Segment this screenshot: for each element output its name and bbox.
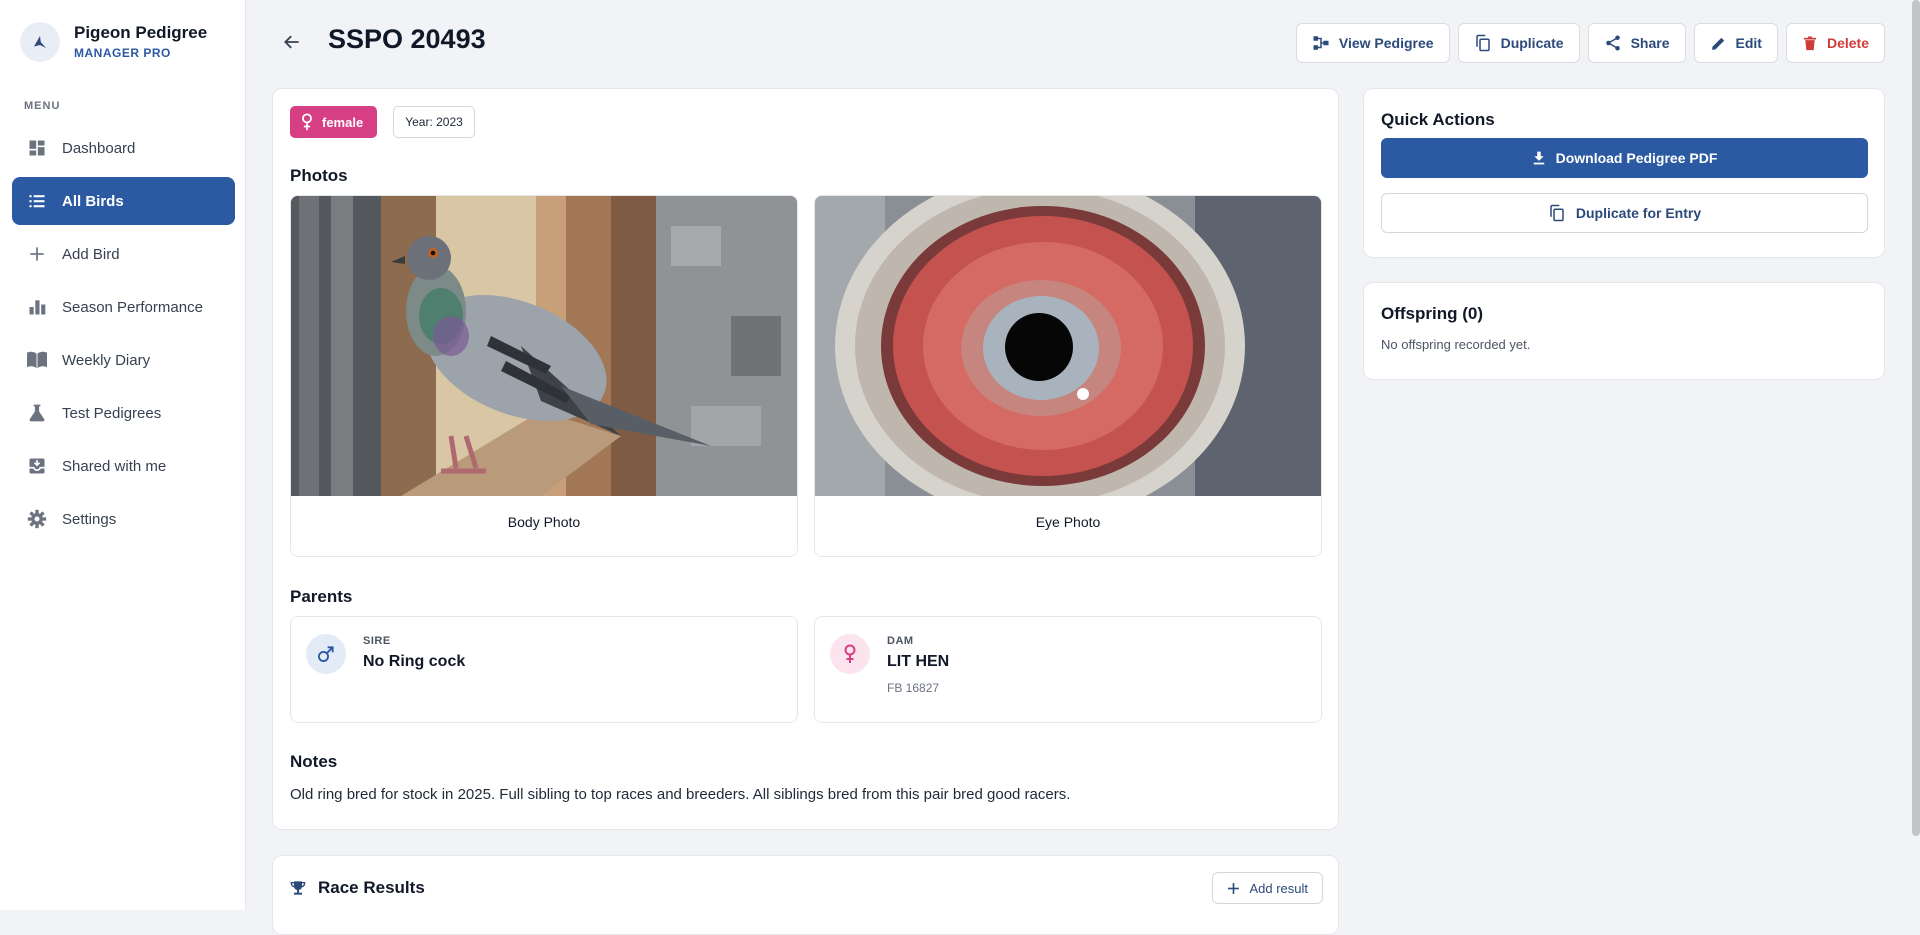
add-result-button[interactable]: Add result <box>1212 872 1323 904</box>
tree-icon <box>1313 36 1329 50</box>
header-actions: View Pedigree Duplicate Share Edit Delet… <box>1295 23 1885 63</box>
download-icon <box>1533 151 1544 165</box>
plus-icon <box>1228 882 1240 894</box>
share-icon <box>1605 35 1620 51</box>
sex-label: female <box>322 114 364 130</box>
parents-title: Parents <box>290 587 353 606</box>
bird-badges: female Year: 2023 <box>290 106 475 138</box>
download-pdf-label: Download Pedigree PDF <box>1555 150 1718 166</box>
scrollbar-thumb[interactable] <box>1912 0 1920 836</box>
sire-card[interactable]: SIRE No Ring cock <box>290 616 798 723</box>
body-photo-caption: Body Photo <box>507 514 581 530</box>
sidebar-item-dashboard[interactable]: Dashboard <box>12 124 235 172</box>
sidebar-item-label: Test Pedigrees <box>62 404 162 422</box>
back-button[interactable] <box>278 28 306 56</box>
quick-actions-title: Quick Actions <box>1381 110 1495 129</box>
male-icon <box>306 634 346 674</box>
menu-label: MENU <box>24 100 61 112</box>
sidebar-item-label: Season Performance <box>62 298 203 316</box>
flask-icon <box>26 402 48 424</box>
photos-title: Photos <box>290 166 348 185</box>
offspring-title: Offspring (0) <box>1381 304 1483 323</box>
share-label: Share <box>1630 35 1670 51</box>
bird-icon <box>20 22 60 62</box>
sidebar-item-season-performance[interactable]: Season Performance <box>12 283 235 331</box>
body-photo <box>291 196 797 496</box>
add-result-label: Add result <box>1249 880 1308 896</box>
duplicate-label: Duplicate <box>1500 35 1564 51</box>
race-results-card: Race Results Add result <box>272 855 1339 935</box>
race-results-title: Race Results <box>318 878 425 897</box>
inbox-icon <box>26 455 48 477</box>
sidebar-item-settings[interactable]: Settings <box>12 495 235 543</box>
bird-detail-card: female Year: 2023 Photos Body Photo Eye … <box>272 88 1339 830</box>
duplicate-button[interactable]: Duplicate <box>1457 23 1580 63</box>
dam-ring: FB 16827 <box>887 681 940 695</box>
brand[interactable]: Pigeon Pedigree MANAGER PRO <box>20 22 207 62</box>
sidebar-item-label: Add Bird <box>62 245 120 263</box>
female-icon <box>830 634 870 674</box>
sidebar-item-label: Shared with me <box>62 457 167 475</box>
book-icon <box>26 349 48 371</box>
notes-text: Old ring bred for stock in 2025. Full si… <box>290 786 1071 803</box>
sidebar-item-label: Weekly Diary <box>62 351 151 369</box>
delete-label: Delete <box>1826 35 1869 51</box>
year-badge: Year: 2023 <box>393 106 475 138</box>
notes-title: Notes <box>290 752 338 771</box>
sidebar-item-test-pedigrees[interactable]: Test Pedigrees <box>12 389 235 437</box>
page-title: SSPO 20493 <box>328 24 486 54</box>
dam-card[interactable]: DAM LIT HEN FB 16827 <box>814 616 1322 723</box>
copy-icon <box>1550 204 1564 222</box>
plus-icon <box>26 243 48 265</box>
body-photo-card[interactable]: Body Photo <box>290 195 798 557</box>
duplicate-for-entry-label: Duplicate for Entry <box>1575 205 1702 221</box>
brand-subtitle: MANAGER PRO <box>74 46 171 60</box>
eye-photo <box>815 196 1321 496</box>
gear-icon <box>26 508 48 530</box>
sex-badge: female <box>290 106 378 138</box>
trash-icon <box>1803 36 1816 50</box>
view-pedigree-label: View Pedigree <box>1338 35 1434 51</box>
copy-icon <box>1475 34 1490 52</box>
pencil-icon <box>1711 37 1724 50</box>
scrollbar-track[interactable] <box>1912 0 1920 910</box>
view-pedigree-button[interactable]: View Pedigree <box>1295 23 1450 63</box>
eye-photo-card[interactable]: Eye Photo <box>814 195 1322 557</box>
sidebar-item-all-birds[interactable]: All Birds <box>12 177 235 225</box>
quick-actions-card: Quick Actions Download Pedigree PDF Dupl… <box>1363 88 1885 258</box>
edit-button[interactable]: Edit <box>1693 23 1778 63</box>
list-icon <box>26 190 48 212</box>
sire-role: SIRE <box>363 635 391 647</box>
sidebar-item-label: Settings <box>62 510 117 528</box>
arrow-left-icon <box>284 35 299 49</box>
sidebar-item-add-bird[interactable]: Add Bird <box>12 230 235 278</box>
offspring-empty-text: No offspring recorded yet. <box>1381 337 1531 352</box>
bar-chart-icon <box>26 296 48 318</box>
delete-button[interactable]: Delete <box>1785 23 1885 63</box>
race-results-heading: Race Results <box>290 878 425 898</box>
duplicate-for-entry-button[interactable]: Duplicate for Entry <box>1381 193 1868 233</box>
sidebar-item-shared-with-me[interactable]: Shared with me <box>12 442 235 490</box>
sidebar-item-label: Dashboard <box>62 139 136 157</box>
sidebar: Pigeon Pedigree MANAGER PRO MENU Dashboa… <box>0 0 246 910</box>
eye-photo-caption: Eye Photo <box>1035 514 1101 530</box>
trophy-icon <box>290 881 306 895</box>
sidebar-item-label: All Birds <box>62 192 124 210</box>
share-button[interactable]: Share <box>1587 23 1686 63</box>
brand-name: Pigeon Pedigree <box>74 23 208 42</box>
sire-name: No Ring cock <box>363 653 466 670</box>
sidebar-item-weekly-diary[interactable]: Weekly Diary <box>12 336 235 384</box>
dam-role: DAM <box>887 635 914 647</box>
sidebar-nav: Dashboard All Birds Add Bird Season Perf… <box>12 124 235 548</box>
download-pdf-button[interactable]: Download Pedigree PDF <box>1381 138 1868 178</box>
female-icon <box>302 113 312 131</box>
dashboard-icon <box>26 137 48 159</box>
edit-label: Edit <box>1735 35 1762 51</box>
offspring-card: Offspring (0) No offspring recorded yet. <box>1363 282 1885 380</box>
dam-name: LIT HEN <box>887 653 950 670</box>
